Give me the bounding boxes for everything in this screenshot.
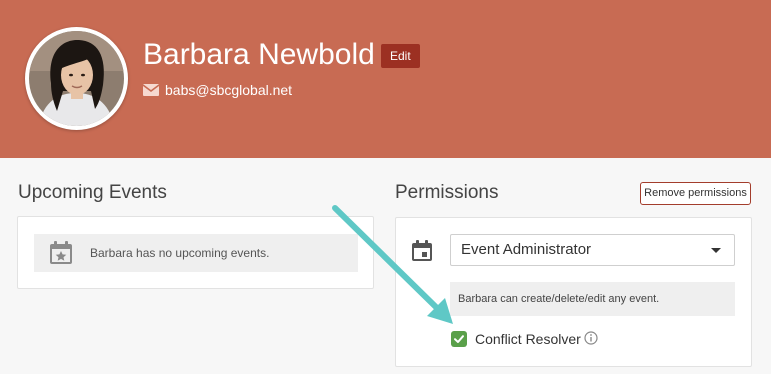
empty-events-message: Barbara has no upcoming events. bbox=[90, 246, 270, 260]
mail-icon bbox=[143, 84, 159, 96]
profile-name: Barbara Newbold bbox=[143, 38, 375, 71]
edit-profile-button[interactable]: Edit bbox=[381, 44, 420, 68]
chevron-down-icon bbox=[711, 248, 721, 253]
permissions-title: Permissions bbox=[395, 182, 499, 203]
conflict-resolver-label[interactable]: Conflict Resolver bbox=[475, 330, 581, 348]
calendar-icon bbox=[412, 240, 432, 261]
check-icon bbox=[454, 335, 464, 343]
calendar-star-icon bbox=[50, 241, 72, 264]
profile-header: Barbara Newbold Edit babs@sbcglobal.net bbox=[0, 0, 771, 158]
conflict-resolver-checkbox[interactable] bbox=[451, 331, 467, 347]
permissions-card: Event Administrator Barbara can create/d… bbox=[395, 217, 752, 367]
empty-state: Barbara has no upcoming events. bbox=[34, 234, 358, 272]
avatar[interactable] bbox=[29, 31, 124, 126]
role-select-value: Event Administrator bbox=[461, 241, 592, 258]
role-description: Barbara can create/delete/edit any event… bbox=[450, 282, 735, 316]
info-icon[interactable] bbox=[584, 331, 598, 345]
email-address[interactable]: babs@sbcglobal.net bbox=[165, 81, 292, 99]
remove-permissions-button[interactable]: Remove permissions bbox=[640, 182, 751, 205]
email-row: babs@sbcglobal.net bbox=[143, 81, 292, 99]
upcoming-events-title: Upcoming Events bbox=[18, 182, 167, 203]
upcoming-events-card: Barbara has no upcoming events. bbox=[17, 216, 374, 289]
avatar-frame bbox=[25, 27, 128, 130]
role-select[interactable]: Event Administrator bbox=[450, 234, 735, 266]
